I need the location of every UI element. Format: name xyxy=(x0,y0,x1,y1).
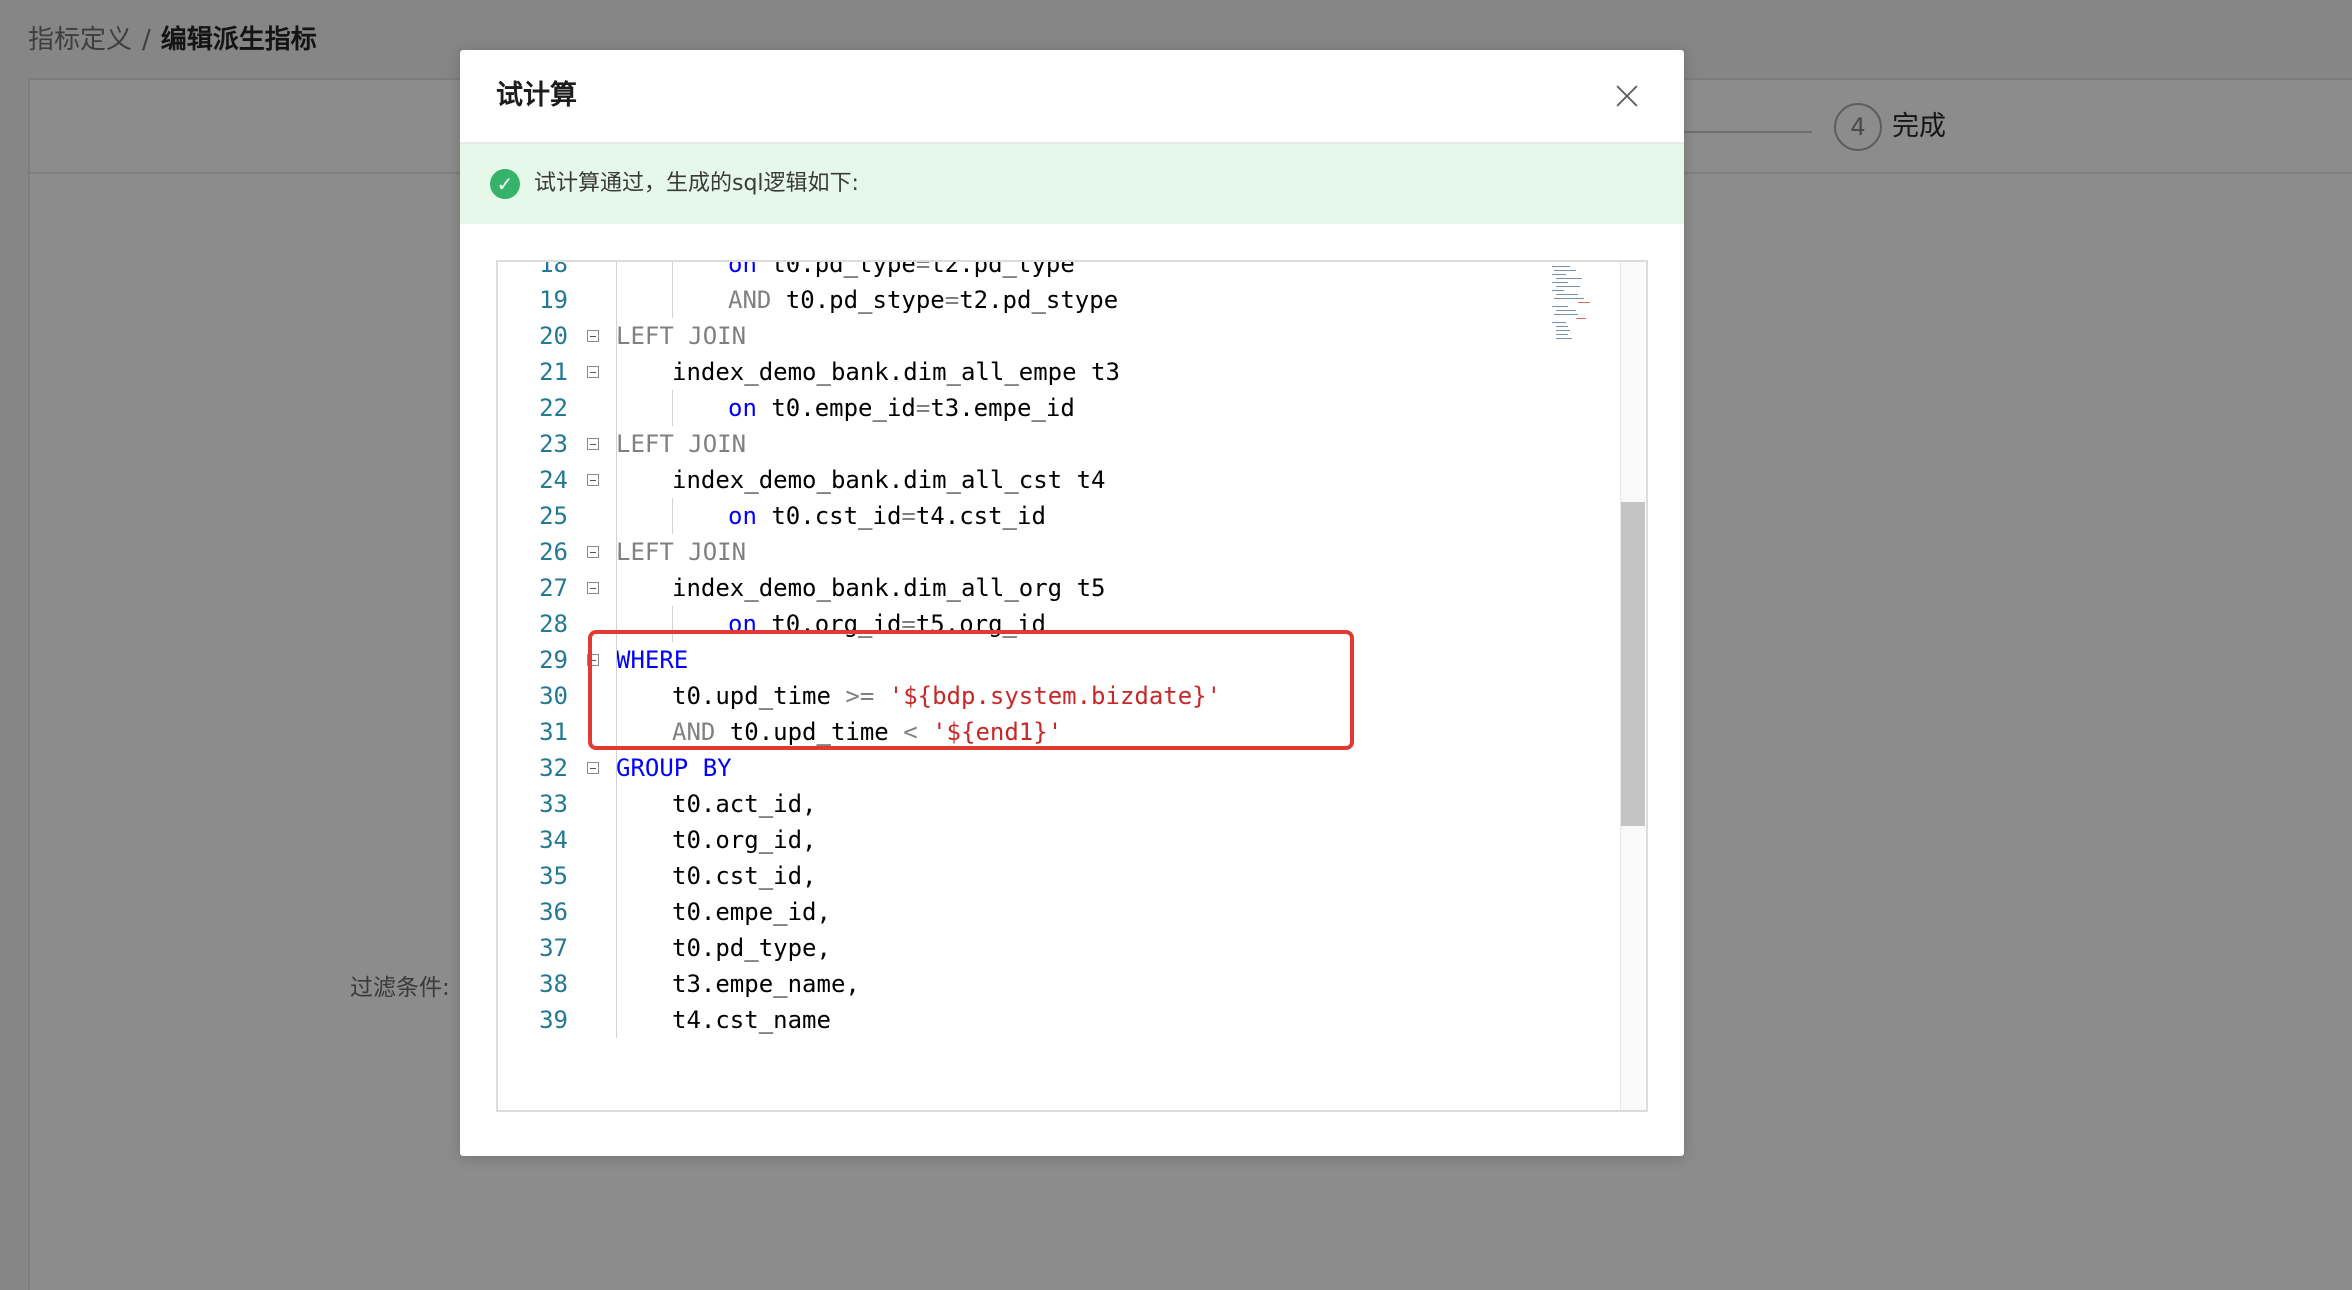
code-text: t0.pd_type, xyxy=(672,934,831,962)
filter-condition-label: 过滤条件: xyxy=(350,975,450,1001)
step-4-number: 4 xyxy=(1834,103,1882,151)
line-number: 37 xyxy=(539,934,568,962)
code-line[interactable]: 27 index_demo_bank.dim_all_org t5 xyxy=(498,570,1620,606)
line-number: 22 xyxy=(539,394,568,422)
check-circle-icon: ✓ xyxy=(490,169,520,199)
close-icon[interactable] xyxy=(1610,80,1644,114)
code-line[interactable]: 26 LEFT JOIN xyxy=(498,534,1620,570)
scrollbar-thumb[interactable] xyxy=(1621,502,1645,826)
code-text: index_demo_bank.dim_all_org t5 xyxy=(672,574,1106,602)
code-line[interactable]: 37 t0.pd_type, xyxy=(498,930,1620,966)
breadcrumb-current: 编辑派生指标 xyxy=(160,25,317,55)
code-text: t0.cst_id, xyxy=(672,862,817,890)
line-number: 31 xyxy=(539,718,568,746)
where-clause-highlight xyxy=(588,630,1354,750)
indent-guide xyxy=(672,498,673,534)
code-text: on t0.empe_id=t3.empe_id xyxy=(728,394,1075,422)
fold-toggle-icon[interactable] xyxy=(587,366,599,378)
line-number: 27 xyxy=(539,574,568,602)
fold-toggle-icon[interactable] xyxy=(587,438,599,450)
line-number: 28 xyxy=(539,610,568,638)
code-text: LEFT JOIN xyxy=(616,538,747,566)
code-line[interactable]: 35 t0.cst_id, xyxy=(498,858,1620,894)
line-number: 29 xyxy=(539,646,568,674)
code-line[interactable]: 24 index_demo_bank.dim_all_cst t4 xyxy=(498,462,1620,498)
editor-minimap[interactable] xyxy=(1550,264,1594,344)
code-line[interactable]: 36 t0.empe_id, xyxy=(498,894,1620,930)
code-line[interactable]: 18 on t0.pd_type=t2.pd_type xyxy=(498,262,1620,282)
code-text: AND t0.pd_stype=t2.pd_stype xyxy=(728,286,1119,314)
line-number: 30 xyxy=(539,682,568,710)
line-number: 32 xyxy=(539,754,568,782)
line-number: 18 xyxy=(539,262,568,278)
line-number: 25 xyxy=(539,502,568,530)
breadcrumb-separator: / xyxy=(142,25,151,55)
dialog-header: 试计算 xyxy=(460,50,1684,144)
line-number: 36 xyxy=(539,898,568,926)
line-number: 23 xyxy=(539,430,568,458)
line-number: 21 xyxy=(539,358,568,386)
code-line[interactable]: 20 LEFT JOIN xyxy=(498,318,1620,354)
code-line[interactable]: 34 t0.org_id, xyxy=(498,822,1620,858)
code-text: GROUP BY xyxy=(616,754,732,782)
code-text: LEFT JOIN xyxy=(616,322,747,350)
success-alert: ✓ 试计算通过，生成的sql逻辑如下: xyxy=(460,144,1684,224)
code-text: on t0.cst_id=t4.cst_id xyxy=(728,502,1046,530)
fold-toggle-icon[interactable] xyxy=(587,330,599,342)
fold-toggle-icon[interactable] xyxy=(587,546,599,558)
code-text: on t0.pd_type=t2.pd_type xyxy=(728,262,1075,278)
line-number: 35 xyxy=(539,862,568,890)
code-text: t4.cst_name xyxy=(672,1006,831,1034)
code-line[interactable]: 39 t4.cst_name xyxy=(498,1002,1620,1038)
line-number: 24 xyxy=(539,466,568,494)
line-number: 26 xyxy=(539,538,568,566)
indent-guide xyxy=(672,282,673,318)
fold-toggle-icon[interactable] xyxy=(587,582,599,594)
code-text: t0.empe_id, xyxy=(672,898,831,926)
code-text: index_demo_bank.dim_all_empe t3 xyxy=(672,358,1120,386)
code-line[interactable]: 25 on t0.cst_id=t4.cst_id xyxy=(498,498,1620,534)
code-text: LEFT JOIN xyxy=(616,430,747,458)
trial-calculation-dialog: 试计算 ✓ 试计算通过，生成的sql逻辑如下: 18 on t0.pd_type=… xyxy=(460,50,1684,1156)
line-number: 34 xyxy=(539,826,568,854)
dialog-title: 试计算 xyxy=(496,80,577,111)
code-line[interactable]: 22 on t0.empe_id=t3.empe_id xyxy=(498,390,1620,426)
code-line[interactable]: 38 t3.empe_name, xyxy=(498,966,1620,1002)
editor-vertical-scrollbar[interactable] xyxy=(1620,262,1645,1110)
fold-toggle-icon[interactable] xyxy=(587,762,599,774)
line-number: 20 xyxy=(539,322,568,350)
code-line[interactable]: 23 LEFT JOIN xyxy=(498,426,1620,462)
code-line[interactable]: 32 GROUP BY xyxy=(498,750,1620,786)
line-number: 33 xyxy=(539,790,568,818)
code-line[interactable]: 33 t0.act_id, xyxy=(498,786,1620,822)
code-text: index_demo_bank.dim_all_cst t4 xyxy=(672,466,1106,494)
code-text: t0.act_id, xyxy=(672,790,817,818)
line-number: 38 xyxy=(539,970,568,998)
alert-message: 试计算通过，生成的sql逻辑如下: xyxy=(534,171,859,196)
line-number: 19 xyxy=(539,286,568,314)
indent-guide xyxy=(672,390,673,426)
line-number: 39 xyxy=(539,1006,568,1034)
code-text: t3.empe_name, xyxy=(672,970,860,998)
code-text: t0.org_id, xyxy=(672,826,817,854)
breadcrumb-parent-link[interactable]: 指标定义 xyxy=(28,25,132,55)
step-4-label: 完成 xyxy=(1892,111,1946,142)
breadcrumb: 指标定义 / 编辑派生指标 xyxy=(28,20,317,60)
fold-toggle-icon[interactable] xyxy=(587,474,599,486)
code-line[interactable]: 21 index_demo_bank.dim_all_empe t3 xyxy=(498,354,1620,390)
code-line[interactable]: 19 AND t0.pd_stype=t2.pd_stype xyxy=(498,282,1620,318)
